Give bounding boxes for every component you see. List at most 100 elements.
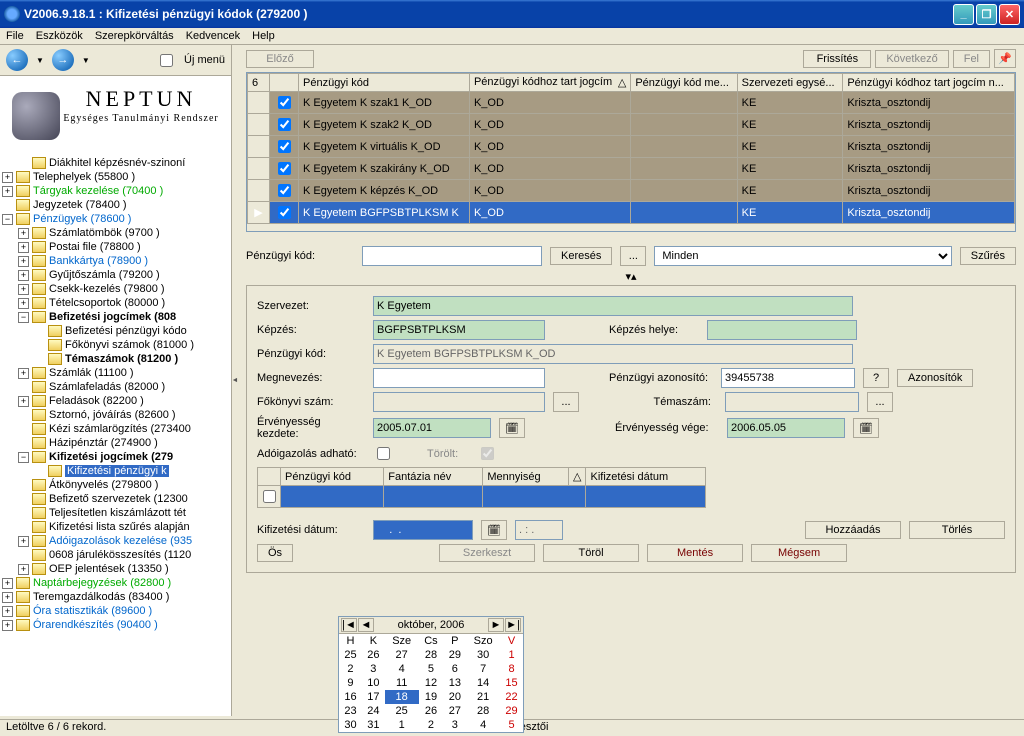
add-button[interactable]: Hozzáadás (805, 521, 901, 539)
tree-expander-icon[interactable]: − (18, 312, 29, 323)
cal-day[interactable]: 11 (385, 676, 419, 690)
tree-expander-icon[interactable]: + (18, 536, 29, 547)
tree-item[interactable]: +Csekk-kezelés (79800 ) (2, 282, 229, 296)
nav-back-icon[interactable]: ← (6, 49, 28, 71)
tree-item[interactable]: +OEP jelentések (13350 ) (2, 562, 229, 576)
finid-field[interactable] (721, 368, 855, 388)
cal-day[interactable]: 16 (339, 690, 362, 704)
cal-day[interactable]: 4 (385, 662, 419, 676)
close-button[interactable]: ✕ (999, 4, 1020, 25)
tree-item[interactable]: +Számlák (11100 ) (2, 366, 229, 380)
paytime-field[interactable] (515, 520, 563, 540)
tree-item[interactable]: Diákhitel képzésnév-szinoní (2, 156, 229, 170)
cal-day[interactable]: 2 (339, 662, 362, 676)
table-row[interactable]: K Egyetem K szak2 K_ODK_ODKEKriszta_oszt… (248, 114, 1015, 136)
table-row[interactable]: K Egyetem K szak1 K_ODK_ODKEKriszta_oszt… (248, 92, 1015, 114)
tree-item[interactable]: Témaszámok (81200 ) (2, 352, 229, 366)
cal-day[interactable]: 5 (500, 718, 523, 732)
delete-button[interactable]: Töröl (543, 544, 639, 562)
menu-help[interactable]: Help (252, 30, 275, 42)
tree-item[interactable]: 0608 járulékösszesítés (1120 (2, 548, 229, 562)
cal-day[interactable]: 8 (500, 662, 523, 676)
remove-button[interactable]: Törlés (909, 521, 1005, 539)
pin-button[interactable]: 📌 (994, 49, 1016, 68)
tree-expander-icon[interactable]: + (2, 606, 13, 617)
valid-from-cal-icon[interactable]: 🗓 (499, 418, 525, 438)
tree-item[interactable]: Főkönyvi számok (81000 ) (2, 338, 229, 352)
all-button[interactable]: Ös (257, 544, 293, 562)
menu-tools[interactable]: Eszközök (36, 30, 83, 42)
cal-day[interactable]: 15 (500, 676, 523, 690)
ledger-more-button[interactable]: ... (553, 392, 579, 412)
paydate-field[interactable] (373, 520, 473, 540)
valid-to-cal-icon[interactable]: 🗓 (853, 418, 879, 438)
subgrid-row-checkbox[interactable] (263, 490, 276, 503)
tree-expander-icon[interactable]: − (2, 214, 13, 225)
cal-last-icon[interactable]: ►| (505, 618, 521, 632)
tree-item[interactable]: Számlafeladás (82000 ) (2, 380, 229, 394)
tree-item[interactable]: +Bankkártya (78900 ) (2, 254, 229, 268)
tree-item[interactable]: +Postai file (78800 ) (2, 240, 229, 254)
search-input[interactable] (362, 246, 542, 266)
cal-day[interactable]: 31 (362, 718, 385, 732)
tree-expander-icon[interactable]: + (2, 620, 13, 631)
name-field[interactable] (373, 368, 545, 388)
tree-item[interactable]: −Kifizetési jogcímek (279 (2, 450, 229, 464)
cal-day[interactable]: 25 (339, 648, 362, 662)
ids-button[interactable]: Azonosítók (897, 369, 973, 387)
tree-expander-icon[interactable]: + (18, 228, 29, 239)
course-field[interactable] (373, 320, 545, 340)
tree-expander-icon[interactable]: − (18, 452, 29, 463)
cal-day[interactable]: 18 (385, 690, 419, 704)
menu-fav[interactable]: Kedvencek (186, 30, 240, 42)
new-menu-checkbox[interactable] (160, 54, 173, 67)
table-row[interactable]: K Egyetem K szakirány K_ODK_ODKEKriszta_… (248, 158, 1015, 180)
cal-day[interactable]: 20 (443, 690, 466, 704)
taxcert-checkbox[interactable] (377, 447, 390, 460)
expand-handle[interactable]: ▾▴ (246, 270, 1016, 283)
cal-first-icon[interactable]: |◄ (341, 618, 357, 632)
cal-day[interactable]: 26 (362, 648, 385, 662)
filter-select[interactable]: Minden (654, 246, 951, 266)
cal-day[interactable]: 13 (443, 676, 466, 690)
tree-item[interactable]: +Számlatömbök (9700 ) (2, 226, 229, 240)
tree-item[interactable]: +Óra statisztikák (89600 ) (2, 604, 229, 618)
tree-item[interactable]: +Órarendkészítés (90400 ) (2, 618, 229, 632)
tree-item[interactable]: Kézi számlarögzítés (273400 (2, 422, 229, 436)
tree-item[interactable]: +Naptárbejegyzések (82800 ) (2, 576, 229, 590)
table-row[interactable]: ▶K Egyetem BGFPSBTPLKSM KK_ODKEKriszta_o… (248, 202, 1015, 224)
cal-day[interactable]: 22 (500, 690, 523, 704)
cal-day[interactable]: 7 (466, 662, 500, 676)
paydate-cal-icon[interactable]: 🗓 (481, 520, 507, 540)
menu-role[interactable]: Szerepkörváltás (95, 30, 174, 42)
cal-day[interactable]: 25 (385, 704, 419, 718)
cal-day[interactable]: 1 (500, 648, 523, 662)
tree-expander-icon[interactable]: + (18, 298, 29, 309)
save-button[interactable]: Mentés (647, 544, 743, 562)
org-field[interactable] (373, 296, 853, 316)
cal-day[interactable]: 3 (362, 662, 385, 676)
topic-more-button[interactable]: ... (867, 392, 893, 412)
cal-day[interactable]: 29 (443, 648, 466, 662)
tree-item[interactable]: −Befizetési jogcímek (808 (2, 310, 229, 324)
tree-item[interactable]: Jegyzetek (78400 ) (2, 198, 229, 212)
cal-day[interactable]: 9 (339, 676, 362, 690)
tree-expander-icon[interactable]: + (18, 396, 29, 407)
cal-day[interactable]: 28 (466, 704, 500, 718)
tree-expander-icon[interactable]: + (2, 578, 13, 589)
table-row[interactable]: K Egyetem K virtuális K_ODK_ODKEKriszta_… (248, 136, 1015, 158)
search-button[interactable]: Keresés (550, 247, 612, 265)
cal-prev-icon[interactable]: ◄ (358, 618, 374, 632)
tree-item[interactable]: +Adóigazolások kezelése (935 (2, 534, 229, 548)
cal-day[interactable]: 21 (466, 690, 500, 704)
tree-item[interactable]: +Telephelyek (55800 ) (2, 170, 229, 184)
menu-file[interactable]: File (6, 30, 24, 42)
cal-day[interactable]: 24 (362, 704, 385, 718)
tree-item[interactable]: Kifizetési pénzügyi k (2, 464, 229, 478)
main-grid[interactable]: 6Pénzügyi kódPénzügyi kódhoz tart jogcím… (246, 72, 1016, 232)
tree-expander-icon[interactable]: + (2, 186, 13, 197)
up-button[interactable]: Fel (953, 50, 990, 68)
tree-item[interactable]: Befizető szervezetek (12300 (2, 492, 229, 506)
cancel-button[interactable]: Mégsem (751, 544, 847, 562)
cal-day[interactable]: 26 (419, 704, 444, 718)
